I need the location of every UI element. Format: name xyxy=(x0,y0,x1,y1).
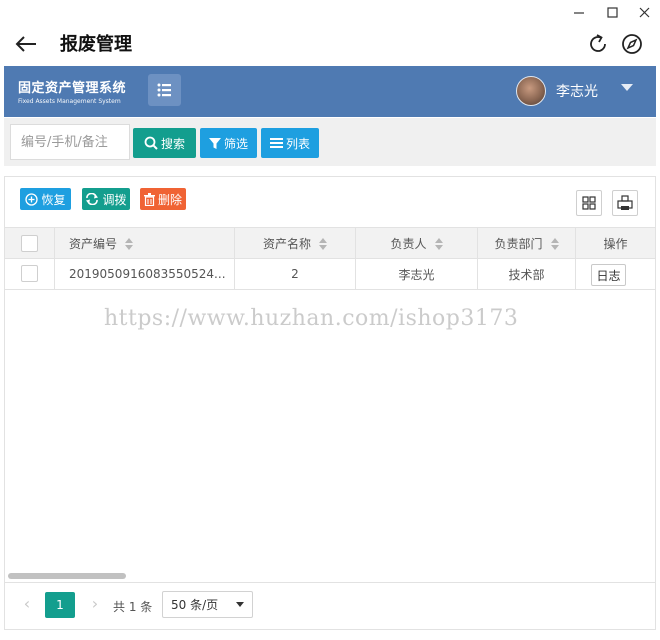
close-button[interactable] xyxy=(634,2,654,22)
action-bar: 恢复 调拨 删除 xyxy=(5,177,655,227)
pagination: ‹ 1 › 共 1 条 50 条/页 xyxy=(5,583,655,629)
column-asset-code-label: 资产编号 xyxy=(69,237,118,251)
brand-name: 固定资产管理系统 xyxy=(18,81,127,96)
brand-logo: 固定资产管理系统 Fixed Assets Management System xyxy=(18,77,126,105)
column-actions-label: 操作 xyxy=(603,237,628,251)
restore-button[interactable]: 恢复 xyxy=(20,188,71,210)
magnifier-icon xyxy=(144,136,158,150)
back-button[interactable] xyxy=(12,32,40,56)
sort-icon[interactable] xyxy=(550,237,559,250)
total-count: 共 1 条 xyxy=(113,600,153,614)
avatar[interactable] xyxy=(516,76,546,106)
log-button[interactable]: 日志 xyxy=(591,264,626,286)
restore-button-label: 恢复 xyxy=(41,192,66,207)
window-controls xyxy=(0,0,660,24)
grid-icon xyxy=(582,196,596,210)
chevron-right-icon[interactable]: › xyxy=(88,596,102,612)
maximize-icon xyxy=(607,7,618,18)
bars-icon xyxy=(269,138,283,148)
filter-button[interactable]: 筛选 xyxy=(200,128,257,158)
table-row[interactable]: 2019050916083550524... 2 李志光 技术部 日志 xyxy=(5,259,655,290)
menu-toggle-button[interactable] xyxy=(148,74,181,106)
column-owner[interactable]: 负责人 xyxy=(356,228,478,259)
page-button-current[interactable]: 1 xyxy=(45,592,75,618)
column-department[interactable]: 负责部门 xyxy=(478,228,576,259)
refresh-icon xyxy=(590,34,606,52)
table-header: 资产编号 资产名称 负责人 负责部门 操作 xyxy=(5,227,655,259)
print-icon xyxy=(617,195,633,210)
columns-toggle-button[interactable] xyxy=(576,190,602,216)
column-asset-name[interactable]: 资产名称 xyxy=(235,228,356,259)
compass-button[interactable] xyxy=(620,32,644,56)
search-button-label: 搜索 xyxy=(160,136,185,151)
page-title: 报废管理 xyxy=(60,34,132,55)
column-actions: 操作 xyxy=(576,228,655,259)
compass-icon xyxy=(622,34,642,54)
row-checkbox[interactable] xyxy=(21,265,38,282)
transfer-button[interactable]: 调拨 xyxy=(82,188,130,210)
trash-icon xyxy=(143,192,155,206)
sort-icon[interactable] xyxy=(125,237,134,250)
arrow-left-icon xyxy=(15,36,36,52)
funnel-icon xyxy=(208,137,221,149)
chevron-left-icon[interactable]: ‹ xyxy=(20,596,34,612)
sort-icon[interactable] xyxy=(434,237,443,250)
delete-button[interactable]: 删除 xyxy=(140,188,186,210)
data-panel: 恢复 调拨 删除 资产编号 资产名称 负责人 负责部门 操作 201905091… xyxy=(4,176,656,630)
list-icon xyxy=(157,83,171,97)
column-asset-name-label: 资产名称 xyxy=(262,237,311,251)
row-select-cell xyxy=(5,259,55,289)
minimize-button[interactable] xyxy=(569,2,589,22)
filter-button-label: 筛选 xyxy=(223,136,248,151)
minimize-icon xyxy=(574,12,584,14)
list-view-button[interactable]: 列表 xyxy=(261,128,319,158)
delete-button-label: 删除 xyxy=(157,192,182,207)
user-name[interactable]: 李志光 xyxy=(556,81,598,101)
list-view-button-label: 列表 xyxy=(285,136,310,151)
search-input[interactable] xyxy=(10,124,130,160)
close-icon xyxy=(639,7,650,18)
search-toolbar: 搜索 筛选 列表 xyxy=(4,118,656,166)
swap-icon xyxy=(86,193,99,205)
horizontal-scrollbar[interactable] xyxy=(8,573,126,579)
header-select-cell xyxy=(5,228,55,259)
column-owner-label: 负责人 xyxy=(390,237,427,251)
export-button[interactable] xyxy=(612,190,638,216)
column-asset-code[interactable]: 资产编号 xyxy=(55,228,235,259)
select-all-checkbox[interactable] xyxy=(21,235,38,252)
refresh-button[interactable] xyxy=(586,32,610,56)
cell-asset-name: 2 xyxy=(235,259,356,289)
app-header: 固定资产管理系统 Fixed Assets Management System … xyxy=(4,66,656,117)
transfer-button-label: 调拨 xyxy=(102,192,127,207)
title-bar: 报废管理 xyxy=(0,24,660,64)
search-button[interactable]: 搜索 xyxy=(133,128,196,158)
maximize-button[interactable] xyxy=(602,2,622,22)
page-size-select[interactable]: 50 条/页 xyxy=(162,591,253,618)
column-department-label: 负责部门 xyxy=(494,237,543,251)
brand-subtitle: Fixed Assets Management System xyxy=(18,98,121,105)
cell-department: 技术部 xyxy=(478,259,576,289)
page-size-value: 50 条/页 xyxy=(171,598,219,612)
watermark: https://www.huzhan.com/ishop3173 xyxy=(104,306,519,331)
cell-owner: 李志光 xyxy=(356,259,478,289)
plus-circle-icon xyxy=(25,192,39,206)
chevron-down-icon[interactable] xyxy=(621,84,633,91)
caret-down-icon xyxy=(236,602,244,607)
sort-icon[interactable] xyxy=(319,237,327,250)
cell-asset-code: 2019050916083550524... xyxy=(55,259,235,289)
